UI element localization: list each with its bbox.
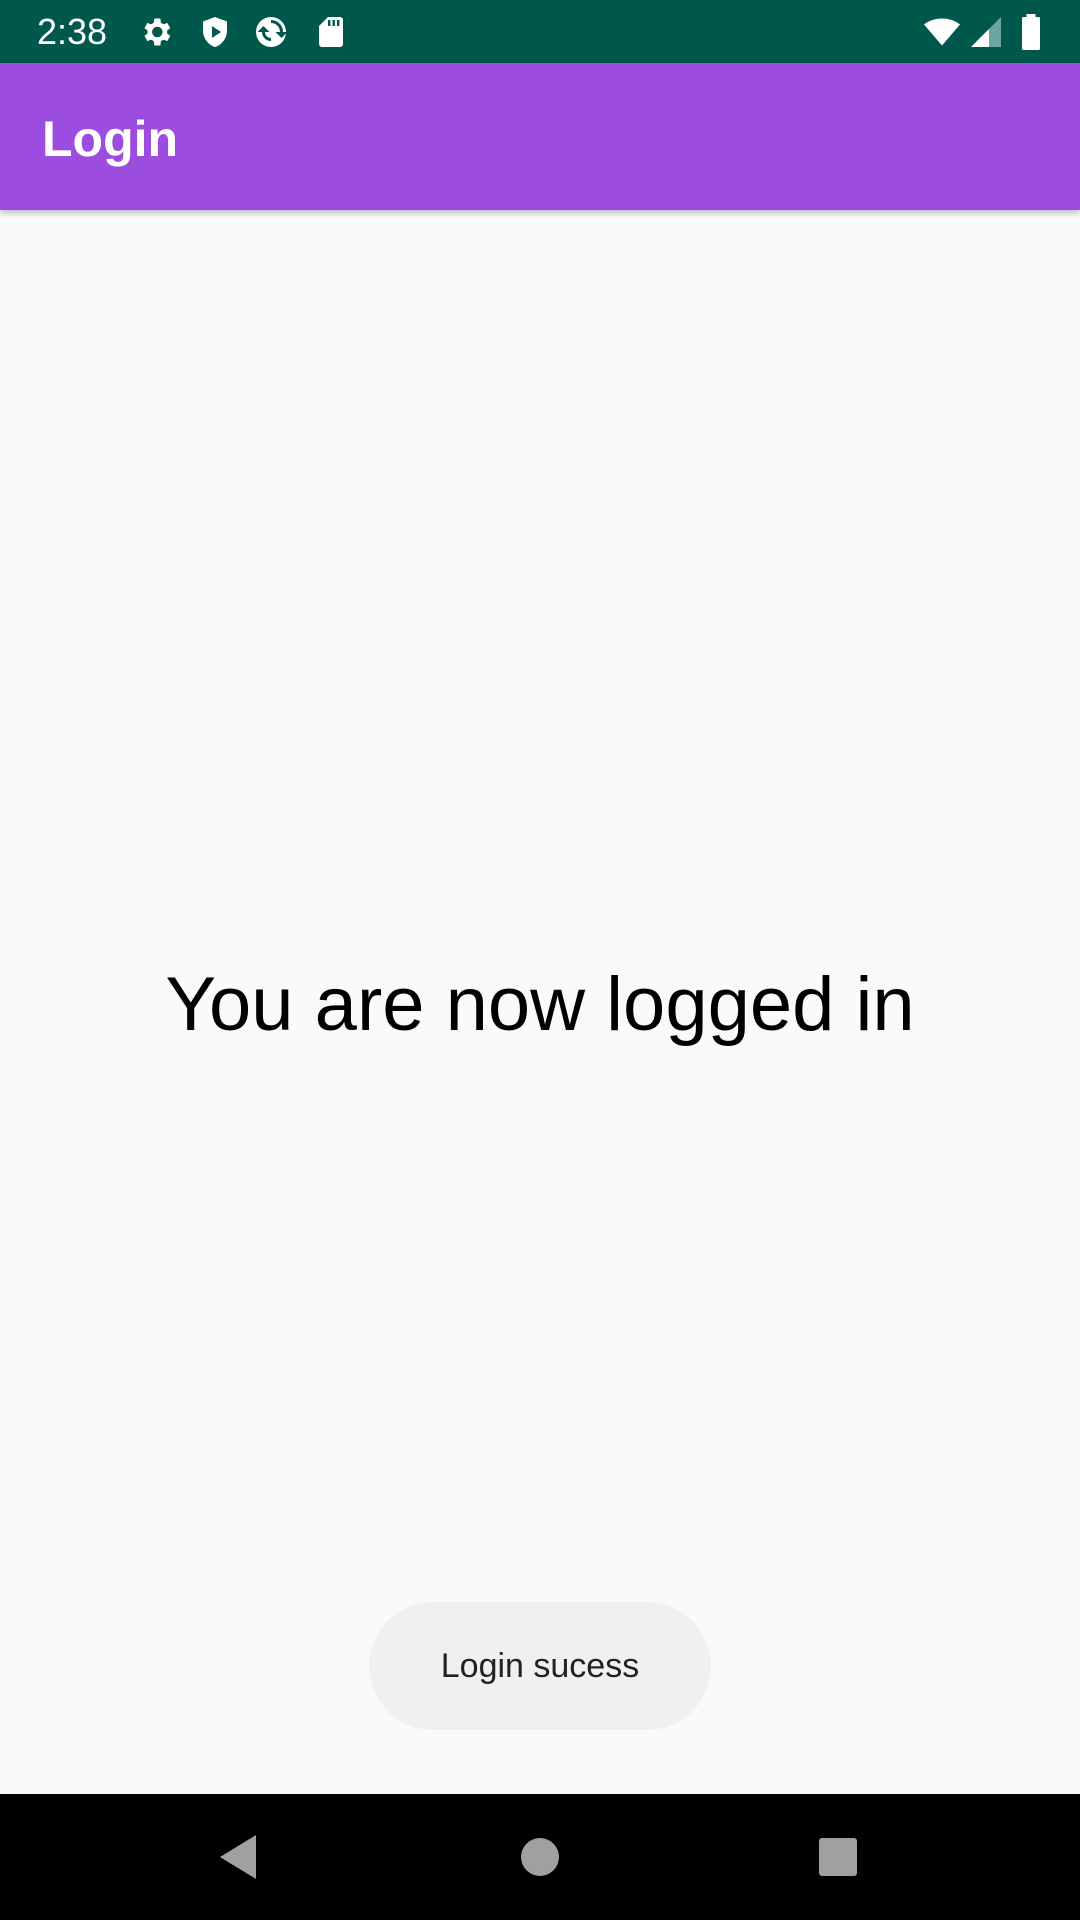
toast-text: Login sucess	[440, 1646, 640, 1685]
logged-in-message: You are now logged in	[165, 962, 915, 1047]
toast: Login sucess	[369, 1602, 711, 1730]
back-icon[interactable]	[203, 1822, 273, 1892]
navigation-bar	[0, 1794, 1080, 1920]
sync-icon	[253, 14, 289, 50]
gear-icon	[138, 14, 174, 50]
status-time: 2:38	[37, 11, 108, 52]
recents-icon[interactable]	[803, 1822, 873, 1892]
sd-card-icon	[313, 14, 349, 50]
wifi-icon	[920, 14, 964, 50]
status-bar: 2:38	[0, 0, 1080, 63]
shield-play-icon	[197, 14, 233, 50]
screen: 2:38 Login You are now logged in Login s…	[0, 0, 1080, 1920]
battery-icon	[1016, 14, 1046, 50]
home-icon[interactable]	[505, 1822, 575, 1892]
page-title: Login	[42, 111, 179, 167]
signal-icon	[968, 14, 1004, 50]
app-bar: Login	[0, 63, 1080, 210]
